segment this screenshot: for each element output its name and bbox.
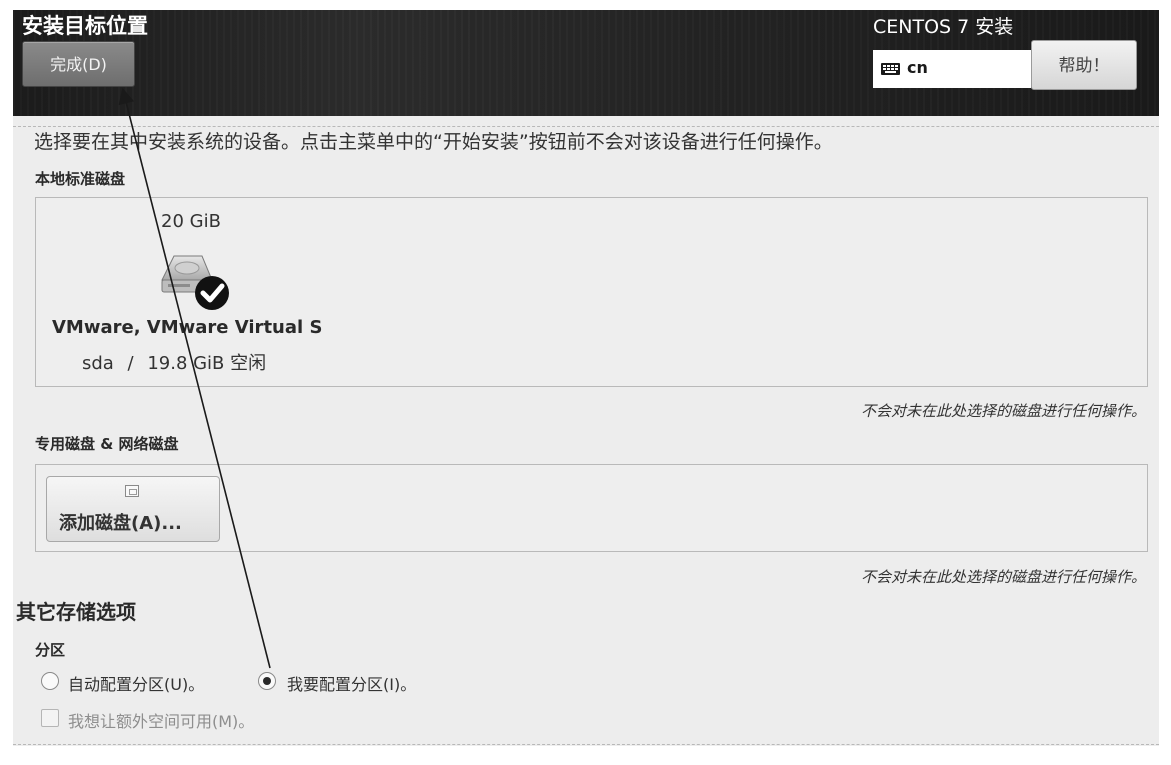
add-disk-button[interactable]: 添加磁盘(A)...: [46, 476, 220, 542]
disk-free-space: 19.8 GiB 空闲: [147, 353, 267, 374]
disk-device: sda: [82, 353, 114, 374]
custom-partition-radio[interactable]: [258, 672, 276, 690]
intro-text: 选择要在其中安装系统的设备。点击主菜单中的“开始安装”按钮前不会对该设备进行任何…: [34, 131, 833, 153]
local-disks-heading: 本地标准磁盘: [35, 170, 126, 188]
hard-disk-icon: [161, 255, 229, 310]
partitioning-heading: 分区: [35, 641, 66, 659]
disk-details: sda / 19.8 GiB 空闲: [82, 349, 266, 375]
disk-separator: /: [127, 353, 134, 374]
installer-window: 安装目标位置 完成(D) CENTOS 7 安装 cn 帮助！ 选择要在其中安装…: [0, 0, 1171, 765]
keyboard-layout-indicator[interactable]: cn: [873, 50, 1031, 88]
add-disk-icon: [125, 485, 139, 497]
auto-partition-radio[interactable]: [41, 672, 59, 690]
add-disk-label: 添加磁盘(A)...: [59, 513, 182, 534]
bottom-divider: [13, 744, 1159, 745]
other-storage-heading: 其它存储选项: [16, 600, 136, 624]
disk-size: 20 GiB: [161, 211, 221, 232]
product-title: CENTOS 7 安装: [873, 16, 1014, 38]
extra-space-checkbox[interactable]: [41, 709, 59, 727]
keyboard-icon: [881, 63, 900, 75]
custom-partition-label[interactable]: 我要配置分区(I)。: [287, 671, 416, 695]
local-disks-note: 不会对未在此处选择的磁盘进行任何操作。: [860, 402, 1146, 420]
keyboard-layout-label: cn: [907, 58, 928, 77]
help-button[interactable]: 帮助！: [1031, 40, 1137, 90]
specialized-disks-heading: 专用磁盘 & 网络磁盘: [35, 435, 179, 453]
auto-partition-label[interactable]: 自动配置分区(U)。: [68, 671, 204, 695]
page-title: 安装目标位置: [22, 14, 148, 38]
done-button[interactable]: 完成(D): [22, 41, 135, 87]
disk-name: VMware, VMware Virtual S: [52, 317, 323, 338]
selected-check-badge: [195, 276, 229, 310]
extra-space-label: 我想让额外空间可用(M)。: [68, 712, 255, 731]
specialized-disks-note: 不会对未在此处选择的磁盘进行任何操作。: [860, 568, 1146, 586]
